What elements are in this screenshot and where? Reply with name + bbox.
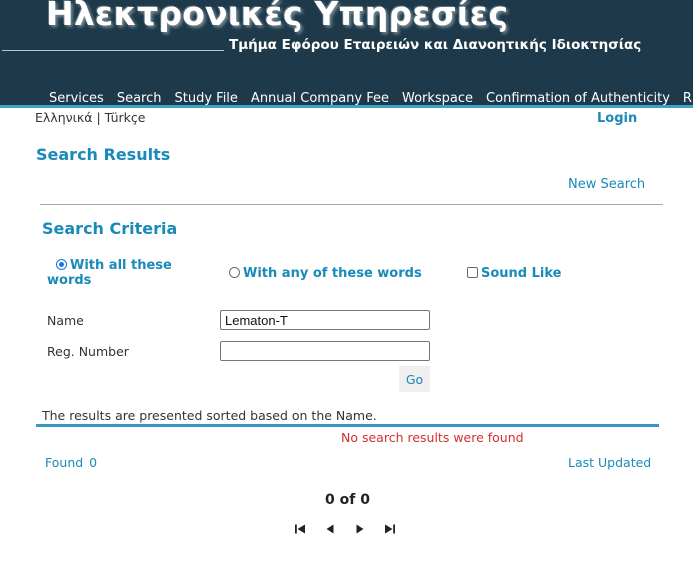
site-title: Ηλεκτρονικές Υπηρεσίες	[46, 0, 509, 33]
language-separator: |	[96, 110, 101, 125]
page-title: Search Results	[36, 145, 171, 164]
nav-confirmation-of-authenticity[interactable]: Confirmation of Authenticity	[486, 91, 670, 106]
language-turkish-link[interactable]: Türkçe	[105, 110, 146, 125]
reg-number-label: Reg. Number	[47, 344, 129, 359]
first-page-icon[interactable]	[294, 523, 306, 535]
sort-note: The results are presented sorted based o…	[42, 408, 377, 423]
option-all-words[interactable]: With all these words	[47, 258, 207, 288]
main-nav: Services Search Study File Annual Compan…	[49, 91, 693, 106]
option-sound-like-label: Sound Like	[481, 266, 562, 281]
option-sound-like[interactable]: Sound Like	[467, 266, 562, 281]
language-switcher: Ελληνικά | Türkçe	[35, 110, 145, 125]
site-subtitle: Τμήμα Εφόρου Εταιρειών και Διανοητικής Ι…	[229, 37, 642, 53]
language-greek-link[interactable]: Ελληνικά	[35, 110, 92, 125]
new-search-link[interactable]: New Search	[568, 177, 645, 192]
pager-page-info: 0 of 0	[325, 492, 370, 508]
nav-services[interactable]: Services	[49, 91, 104, 106]
search-criteria-title: Search Criteria	[42, 219, 178, 238]
results-divider	[36, 424, 659, 427]
no-results-message: No search results were found	[341, 430, 524, 445]
nav-annual-company-fee[interactable]: Annual Company Fee	[251, 91, 389, 106]
radio-all-words[interactable]	[56, 259, 67, 270]
option-any-words-label: With any of these words	[243, 266, 422, 281]
login-link[interactable]: Login	[597, 111, 637, 126]
name-label: Name	[47, 313, 84, 328]
name-input[interactable]	[220, 310, 430, 330]
radio-any-words[interactable]	[229, 267, 240, 278]
found-value: 0	[89, 455, 98, 470]
reg-number-input[interactable]	[220, 341, 430, 361]
next-page-icon[interactable]	[354, 523, 366, 535]
previous-page-icon[interactable]	[324, 523, 336, 535]
found-count: Found 0	[45, 455, 97, 470]
site-header: Ηλεκτρονικές Υπηρεσίες Τμήμα Εφόρου Εται…	[0, 0, 693, 108]
nav-workspace[interactable]: Workspace	[402, 91, 473, 106]
title-underline	[2, 50, 224, 51]
pager-controls	[294, 523, 396, 535]
found-label: Found	[45, 455, 84, 470]
checkbox-sound-like[interactable]	[467, 267, 478, 278]
nav-study-file[interactable]: Study File	[175, 91, 238, 106]
go-button[interactable]: Go	[399, 366, 430, 392]
option-any-words[interactable]: With any of these words	[229, 266, 422, 281]
nav-overflow-item[interactable]: R	[683, 91, 692, 106]
last-page-icon[interactable]	[384, 523, 396, 535]
divider	[40, 204, 663, 205]
nav-search[interactable]: Search	[117, 91, 162, 106]
last-updated-sort[interactable]: Last Updated	[568, 455, 651, 470]
